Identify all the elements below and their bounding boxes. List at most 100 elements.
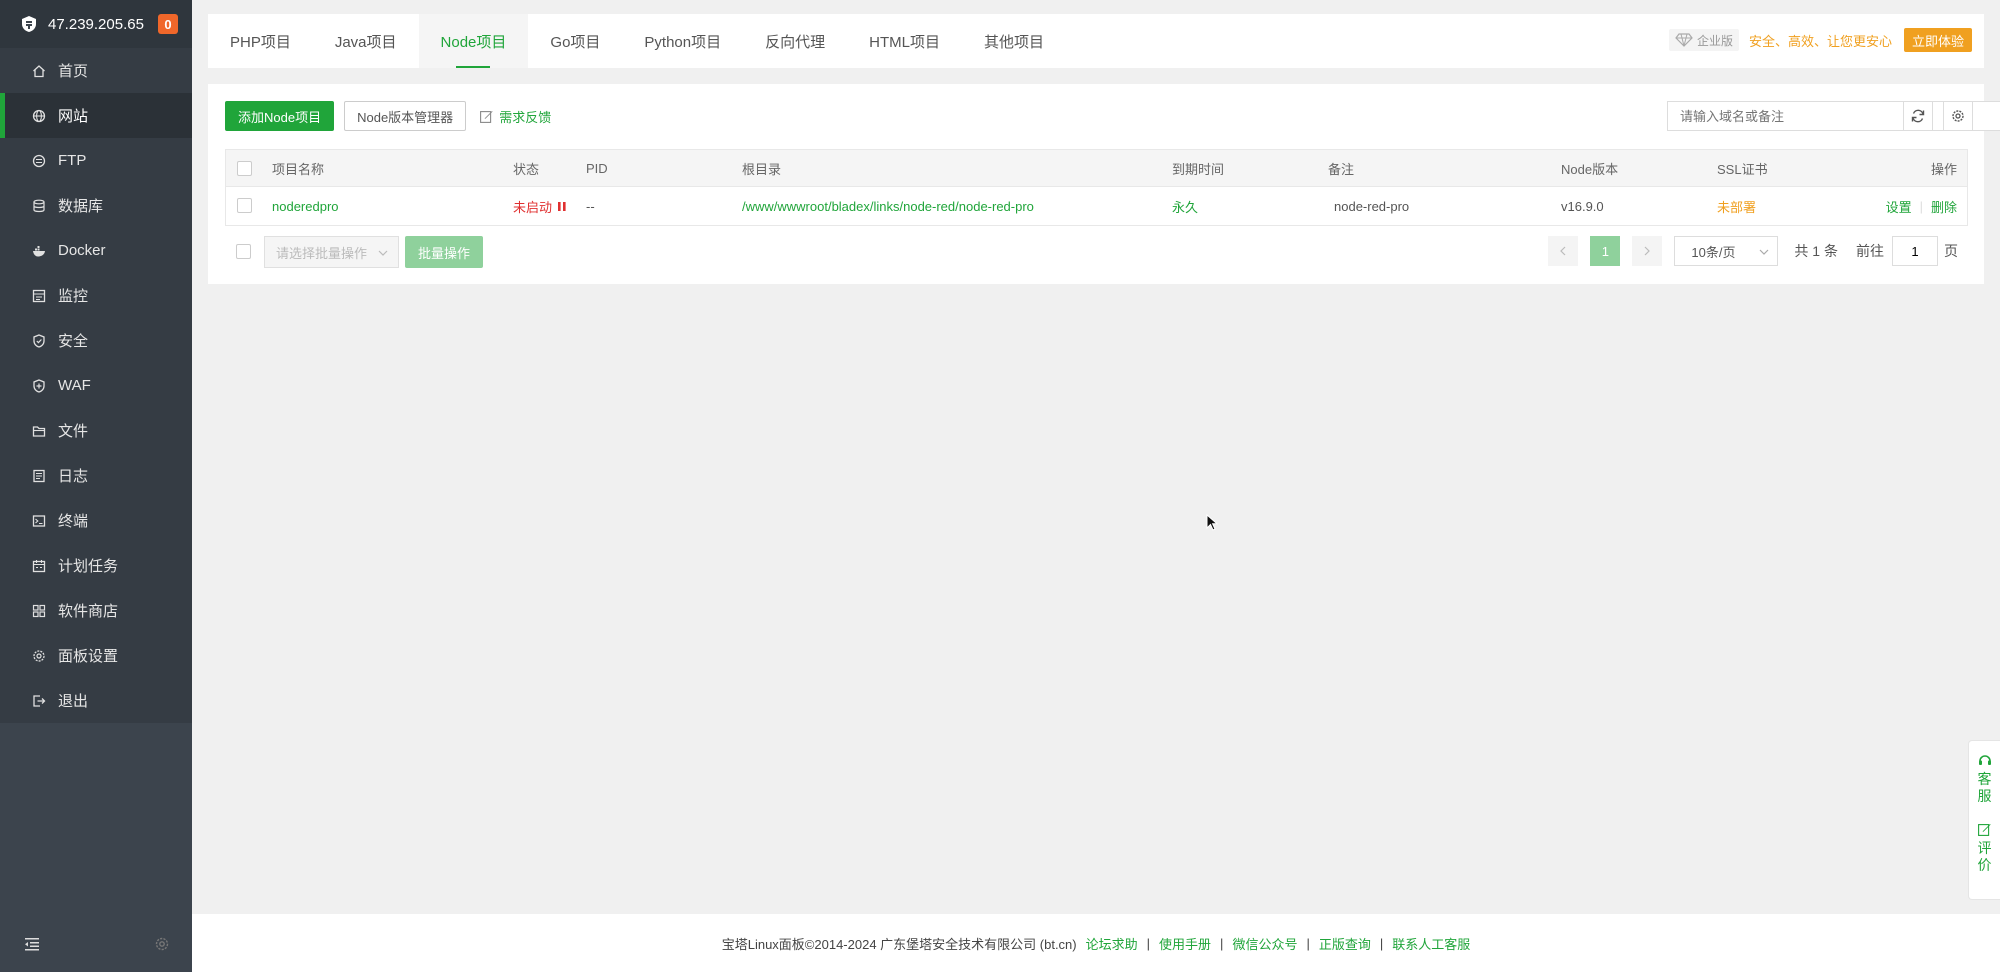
database-icon	[32, 199, 46, 213]
table-settings-button[interactable]	[1943, 101, 1973, 131]
row-checkbox[interactable]	[237, 198, 252, 213]
sidebar-item-folder[interactable]: 文件	[0, 408, 192, 453]
service-char-2: 服	[1977, 788, 1992, 804]
batch-operation-select[interactable]: 请选择批量操作	[264, 236, 399, 268]
footer-link-support[interactable]: 联系人工客服	[1392, 934, 1470, 953]
review-char-1: 评	[1977, 840, 1992, 856]
sidebar: 47.239.205.65 0 首页网站 FTP 数据库 Docker 监控安全 WAF 文…	[0, 0, 192, 972]
sidebar-item-logout[interactable]: 退出	[0, 678, 192, 723]
node-version-manager-button[interactable]: Node版本管理器	[344, 101, 467, 131]
service-char-1: 客	[1977, 771, 1992, 787]
copyright-text: 宝塔Linux面板©2014-2024 广东堡塔安全技术有限公司 (bt.cn)	[721, 936, 1077, 952]
headset-icon	[1978, 755, 1991, 765]
header-pid: PID	[586, 160, 608, 176]
server-ip[interactable]: 47.239.205.65	[48, 16, 144, 33]
project-table: 项目名称 状态 PID 根目录 到期时间 备注 Node版本 SSL证书 操作 …	[225, 149, 1968, 226]
status-label: 未启动	[513, 199, 553, 215]
sidebar-item-monitor[interactable]: 监控	[0, 273, 192, 318]
footer-separator: |	[1220, 935, 1224, 951]
sidebar-item-ftp[interactable]: FTP	[0, 138, 192, 183]
settings-link[interactable]: 设置	[1886, 197, 1912, 216]
footer-link-manual[interactable]: 使用手册	[1159, 934, 1211, 953]
collapse-menu-icon[interactable]	[24, 936, 40, 952]
add-node-project-button[interactable]: 添加Node项目	[225, 101, 335, 131]
expire-value[interactable]: 永久	[1172, 197, 1198, 216]
tab-0[interactable]: PHP项目	[208, 14, 313, 68]
sidebar-item-log[interactable]: 日志	[0, 453, 192, 498]
sidebar-item-waf[interactable]: WAF	[0, 363, 192, 408]
tab-1[interactable]: Java项目	[313, 14, 419, 68]
toolbar: 添加Node项目 Node版本管理器 需求反馈	[225, 101, 551, 131]
delete-link[interactable]: 删除	[1931, 197, 1957, 216]
tab-5[interactable]: 反向代理	[743, 14, 847, 68]
bt-logo-icon	[22, 16, 36, 32]
header-expire[interactable]: 到期时间	[1172, 159, 1224, 178]
select-all-checkbox[interactable]	[237, 161, 252, 176]
project-name-link[interactable]: noderedpro	[272, 199, 339, 214]
feedback-label: 需求反馈	[499, 109, 552, 125]
total-count: 共 1 条	[1794, 243, 1838, 259]
status-toggle[interactable]: 未启动	[513, 197, 567, 216]
tab-3[interactable]: Go项目	[528, 14, 622, 68]
ssl-status-link[interactable]: 未部署	[1717, 197, 1756, 216]
sidebar-item-database[interactable]: 数据库	[0, 183, 192, 228]
remark-value[interactable]: node-red-pro	[1334, 199, 1409, 214]
sidebar-item-home[interactable]: 首页	[0, 48, 192, 93]
customer-service-button[interactable]: 客 服	[1978, 753, 1992, 805]
tab-4[interactable]: Python项目	[622, 14, 743, 68]
settings-gear-icon[interactable]	[154, 936, 170, 952]
sidebar-item-gear[interactable]: 面板设置	[0, 633, 192, 678]
footer-separator: |	[1379, 935, 1384, 951]
edit-icon	[1978, 824, 1991, 836]
sidebar-item-label: WAF	[58, 377, 91, 394]
table-footer: 请选择批量操作 批量操作 1 10条/页 共 1 条 前往 1 页	[225, 236, 1968, 268]
notification-badge[interactable]: 0	[157, 14, 178, 34]
grid-icon	[32, 604, 46, 618]
sidebar-item-calendar[interactable]: 计划任务	[0, 543, 192, 588]
goto-page-input[interactable]	[1892, 236, 1938, 266]
pause-icon	[558, 201, 566, 211]
batch-checkbox[interactable]	[236, 244, 251, 259]
sidebar-item-grid[interactable]: 软件商店	[0, 588, 192, 633]
tab-7[interactable]: 其他项目	[962, 14, 1066, 68]
feedback-link[interactable]: 需求反馈	[480, 107, 551, 126]
footer-link-forum[interactable]: 论坛求助	[1086, 934, 1138, 953]
logout-icon	[32, 694, 46, 708]
review-button[interactable]: 评 价	[1978, 823, 1992, 874]
sidebar-item-label: 网站	[58, 108, 89, 125]
tab-6[interactable]: HTML项目	[847, 14, 962, 68]
globe-icon	[32, 109, 46, 123]
footer-link-wechat[interactable]: 微信公众号	[1232, 934, 1297, 953]
page-size-select[interactable]: 10条/页	[1674, 236, 1779, 266]
root-dir-link[interactable]: /www/wwwroot/bladex/links/node-red/node-…	[742, 199, 1034, 214]
batch-operation-button[interactable]: 批量操作	[405, 236, 484, 268]
page-size-label: 10条/页	[1691, 244, 1736, 260]
footer-link-license[interactable]: 正版查询	[1319, 934, 1371, 953]
action-separator: |	[1919, 198, 1923, 214]
sidebar-item-label: 日志	[58, 468, 89, 485]
sidebar-item-label: 软件商店	[58, 603, 119, 620]
chevron-left-icon	[1560, 246, 1566, 256]
sidebar-item-label: 安全	[58, 333, 89, 350]
tab-2[interactable]: Node项目	[418, 14, 529, 68]
sidebar-header: 47.239.205.65 0	[0, 0, 192, 48]
page-number[interactable]: 1	[1590, 236, 1621, 266]
enterprise-tag[interactable]: 企业版	[1668, 29, 1739, 51]
try-now-button[interactable]: 立即体验	[1903, 28, 1972, 52]
sidebar-item-docker[interactable]: Docker	[0, 228, 192, 273]
prev-page-button[interactable]	[1548, 236, 1579, 266]
sidebar-item-globe[interactable]: 网站	[0, 93, 192, 138]
header-status: 状态	[513, 161, 540, 177]
folder-icon	[32, 424, 46, 438]
header-name: 项目名称	[272, 161, 325, 177]
pagination: 1 10条/页 共 1 条 前往 页	[1548, 236, 1958, 266]
sidebar-item-shield[interactable]: 安全	[0, 318, 192, 363]
refresh-button[interactable]	[1903, 101, 1933, 131]
next-page-button[interactable]	[1632, 236, 1663, 266]
sidebar-item-label: 首页	[58, 63, 89, 80]
chevron-right-icon	[1644, 246, 1651, 256]
floating-service-panel: 客 服 评 价	[1968, 740, 2000, 900]
sidebar-item-terminal[interactable]: 终端	[0, 498, 192, 543]
pid-value: --	[586, 198, 595, 214]
footer-separator: |	[1306, 935, 1310, 951]
